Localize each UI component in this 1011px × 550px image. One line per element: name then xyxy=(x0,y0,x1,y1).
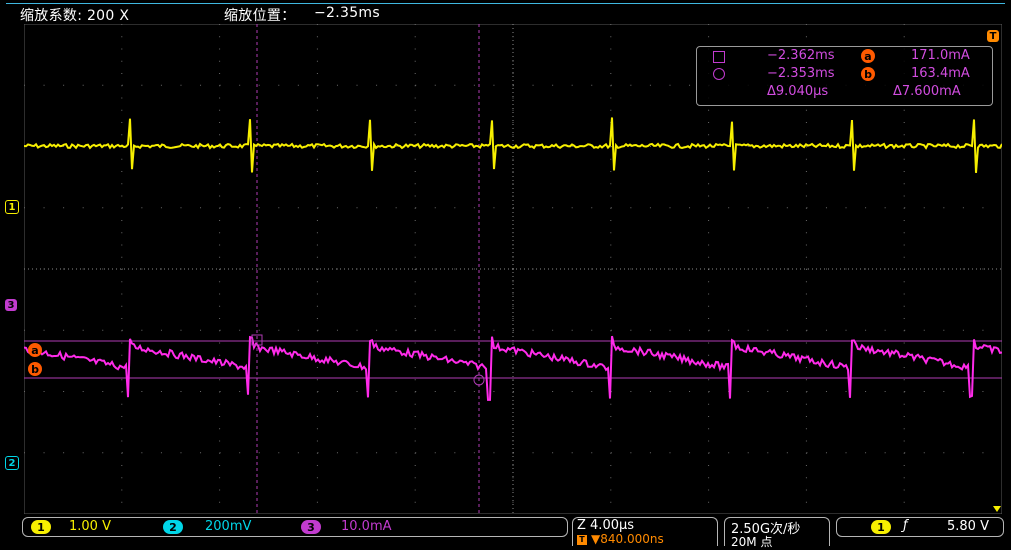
cursor-b-badge: b xyxy=(861,67,875,81)
zoom-position-label: 缩放位置： xyxy=(224,8,296,24)
zoom-factor-label: 缩放系数: 200 X xyxy=(20,8,130,24)
ch3-scale[interactable]: 10.0mA xyxy=(341,519,392,534)
trigger-position-icon: T xyxy=(577,535,587,545)
cursor-a-value: 171.0mA xyxy=(911,48,970,63)
cursor-b-value: 163.4mA xyxy=(911,66,970,81)
cursor-b-time: −2.353ms xyxy=(767,66,835,81)
ch2-badge[interactable]: 2 xyxy=(163,520,183,534)
trigger-panel[interactable]: 1 ƒ 5.80 V xyxy=(836,517,1004,537)
cursor-a-square-icon xyxy=(713,51,725,63)
channel-scales-panel[interactable]: 1 1.00 V 2 200mV 3 10.0mA xyxy=(22,517,568,537)
trigger-position-marker[interactable]: T xyxy=(987,30,999,42)
cursor-b-level-badge[interactable]: b xyxy=(28,362,42,376)
cursor-b-circle-icon xyxy=(713,68,725,80)
cursor-delta-value: Δ7.600mA xyxy=(893,84,961,99)
timebase-panel[interactable]: Z 4.00µs T ▼840.000ns xyxy=(572,517,718,546)
trigger-level[interactable]: 5.80 V xyxy=(947,519,989,534)
trigger-level-arrow xyxy=(993,506,1001,512)
zoom-indicator-line xyxy=(6,3,1005,4)
cursor-a-time: −2.362ms xyxy=(767,48,835,63)
ch1-ground-marker[interactable]: 1 xyxy=(5,200,19,214)
ch1-scale[interactable]: 1.00 V xyxy=(69,519,111,534)
ch2-ground-marker[interactable]: 2 xyxy=(5,456,19,470)
ch1-badge[interactable]: 1 xyxy=(31,520,51,534)
cursor-readout-panel: −2.362ms a 171.0mA −2.353ms b 163.4mA Δ9… xyxy=(696,46,993,106)
trigger-source-badge[interactable]: 1 xyxy=(871,520,891,534)
trigger-position-value[interactable]: ▼840.000ns xyxy=(591,532,664,546)
rising-edge-icon: ƒ xyxy=(903,518,908,533)
zoom-timebase[interactable]: Z 4.00µs xyxy=(577,518,634,533)
ch2-scale[interactable]: 200mV xyxy=(205,519,251,534)
record-length[interactable]: 20M 点 xyxy=(731,533,772,550)
ch3-badge[interactable]: 3 xyxy=(301,520,321,534)
zoom-info-bar: 缩放系数: 200 X 缩放位置： −2.35ms xyxy=(0,0,1011,24)
status-bar: 1 1.00 V 2 200mV 3 10.0mA Z 4.00µs T ▼84… xyxy=(0,515,1011,549)
zoom-position-value: −2.35ms xyxy=(314,5,380,21)
cursor-a-badge: a xyxy=(861,49,875,63)
ch3-ground-marker[interactable]: 3 xyxy=(5,299,17,311)
cursor-a-level-badge[interactable]: a xyxy=(28,343,42,357)
cursor-delta-time: Δ9.040µs xyxy=(767,84,829,99)
acquisition-panel[interactable]: 2.50G次/秒 20M 点 xyxy=(724,517,830,549)
